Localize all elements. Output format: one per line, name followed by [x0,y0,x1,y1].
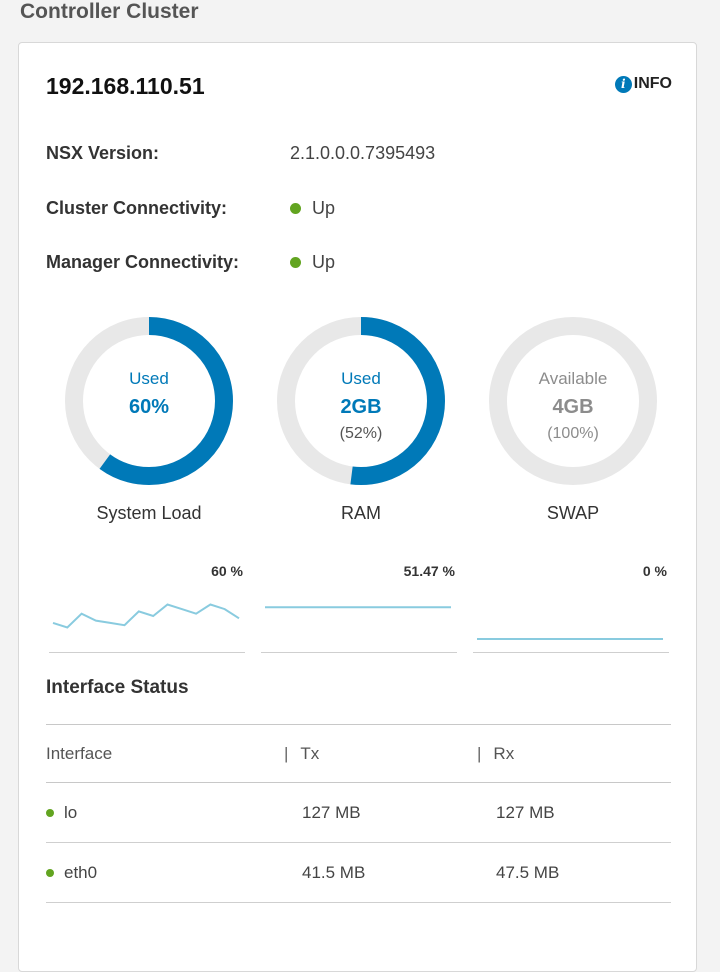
nsx-version-label: NSX Version: [46,143,160,163]
sparkline-baseline [49,652,245,653]
sparkline-graph [265,606,451,609]
swap-sparkline: 0 % [473,563,669,653]
sparkline-value: 51.47 % [403,563,455,579]
sparkline-baseline [261,652,457,653]
ram-sparkline: 51.47 % [261,563,457,653]
interface-name: lo [64,802,78,822]
cluster-connectivity-value: Up [290,198,335,219]
section-title: Controller Cluster [20,0,199,23]
status-up-icon [290,257,301,268]
sparkline-value: 60 % [211,563,243,579]
nsx-version-value: 2.1.0.0.0.7395493 [290,143,435,164]
tx-cell: 127 MB [302,802,361,822]
cluster-connectivity-label: Cluster Connectivity: [46,198,228,218]
column-separator: | [477,743,482,763]
info-label: INFO [633,75,672,92]
column-header-interface[interactable]: Interface [46,725,112,782]
interface-name-cell: eth0 [46,843,97,902]
controller-node-card: 192.168.110.51 i INFO NSX Version: 2.1.0… [18,42,697,972]
rx-cell: 127 MB [496,802,555,822]
gauge-value: 4GB [552,396,594,418]
gauge-caption: Used [341,369,381,388]
table-row: eth0 41.5 MB 47.5 MB [46,843,671,903]
status-up-icon [46,808,54,817]
node-ip-address: 192.168.110.51 [46,73,205,99]
system-load-label: System Load [96,503,202,523]
info-icon: i [614,75,632,93]
nsx-version-text: 2.1.0.0.0.7395493 [290,143,436,163]
rx-cell: 47.5 MB [496,862,560,882]
table-header: Interface | Tx | Rx [46,725,671,783]
system-load-sparkline: 60 % [49,563,245,653]
gauge-caption: Used [129,369,169,388]
status-up-icon [290,203,301,214]
gauge-value: 2GB [340,396,382,418]
gauge-caption: Available [538,369,608,388]
sparkline-path [52,603,240,629]
tx-cell: 41.5 MB [302,862,366,882]
sparkline-value: 0 % [642,563,667,579]
interface-status-title: Interface Status [46,677,189,698]
swap-label: SWAP [546,503,600,523]
gauge-percent: (52%) [339,425,383,442]
column-separator: | [284,743,289,763]
interface-name: eth0 [64,862,98,882]
manager-connectivity-label: Manager Connectivity: [46,252,240,272]
sparkline-graph [477,638,663,640]
sparkline-baseline [473,652,669,653]
column-header-rx[interactable]: | Rx [477,725,514,782]
manager-connectivity-value: Up [290,252,335,273]
table-row: lo 127 MB 127 MB [46,783,671,843]
gauge-value: 60% [128,396,170,418]
manager-connectivity-text: Up [312,252,336,272]
ram-gauge: Used 2GB (52%) [276,316,446,486]
tx-header-text: Tx [300,743,320,763]
sparkline-graph [52,603,240,629]
gauge-percent: (100%) [547,425,599,442]
info-button[interactable]: i INFO [614,75,672,93]
swap-gauge: Available 4GB (100%) [488,316,658,486]
interface-status-table: Interface | Tx | Rx lo 127 MB 127 MB eth… [46,724,671,903]
interface-name-cell: lo [46,783,77,842]
column-header-tx[interactable]: | Tx [284,725,319,782]
ram-label: RAM [341,503,381,523]
status-up-icon [46,868,54,877]
system-load-gauge: Used 60% [64,316,234,486]
cluster-connectivity-text: Up [312,198,336,218]
rx-header-text: Rx [493,743,515,763]
